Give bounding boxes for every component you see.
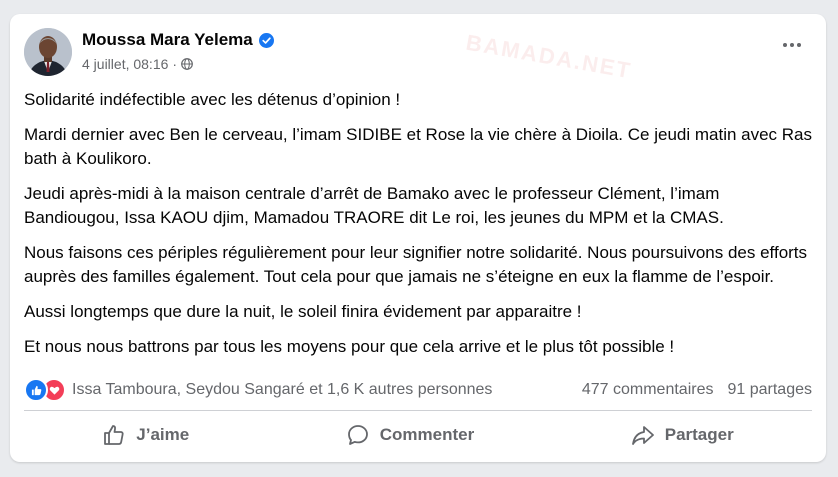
post-card: Moussa Mara Yelema 4 juillet, 08:16 · BA… — [10, 14, 826, 462]
watermark: BAMADA.NET — [464, 29, 634, 84]
share-arrow-icon — [631, 426, 654, 445]
post-paragraph: Aussi longtemps que dure la nuit, le sol… — [24, 302, 582, 321]
avatar[interactable] — [24, 28, 72, 76]
action-bar: J’aime Commenter Partager — [24, 414, 812, 456]
verified-badge-icon — [258, 32, 274, 48]
post-paragraph: Solidarité indéfectible avec les détenus… — [24, 90, 401, 109]
comments-count[interactable]: 477 commentaires — [582, 381, 714, 399]
author-row: Moussa Mara Yelema — [82, 30, 274, 50]
dot-icon — [783, 43, 787, 47]
reaction-names[interactable]: Issa Tamboura, Seydou Sangaré et 1,6 K a… — [72, 381, 582, 399]
comment-bubble-icon — [347, 425, 368, 445]
dot-icon — [790, 43, 794, 47]
post-paragraph: Jeudi après-midi à la maison centrale d’… — [24, 184, 724, 227]
like-label: J’aime — [136, 425, 190, 444]
post-date[interactable]: 4 juillet, 08:16 — [82, 56, 168, 72]
post-paragraph: Et nous nous battrons par tous les moyen… — [24, 337, 675, 356]
thumbs-up-icon — [104, 425, 124, 445]
reaction-icons[interactable] — [24, 378, 66, 402]
post-paragraph: Mardi dernier avec Ben le cerveau, l’ima… — [24, 125, 813, 168]
reactions-bar: Issa Tamboura, Seydou Sangaré et 1,6 K a… — [24, 378, 812, 402]
divider — [24, 410, 812, 411]
post-meta: 4 juillet, 08:16 · — [82, 56, 193, 72]
like-reaction-icon — [24, 378, 48, 402]
share-button[interactable]: Partager — [611, 417, 754, 453]
dot-icon — [797, 43, 801, 47]
globe-icon — [181, 58, 193, 70]
post-body: Solidarité indéfectible avec les détenus… — [24, 88, 814, 370]
comment-button[interactable]: Commenter — [326, 417, 494, 453]
post-paragraph: Nous faisons ces périples régulièrement … — [24, 243, 808, 286]
comment-label: Commenter — [379, 425, 475, 444]
like-button[interactable]: J’aime — [82, 417, 209, 453]
share-label: Partager — [664, 425, 734, 444]
reaction-counts: 477 commentaires 91 partages — [582, 381, 812, 399]
shares-count[interactable]: 91 partages — [727, 381, 812, 399]
more-options-button[interactable] — [780, 38, 804, 52]
author-name[interactable]: Moussa Mara Yelema — [82, 30, 253, 50]
